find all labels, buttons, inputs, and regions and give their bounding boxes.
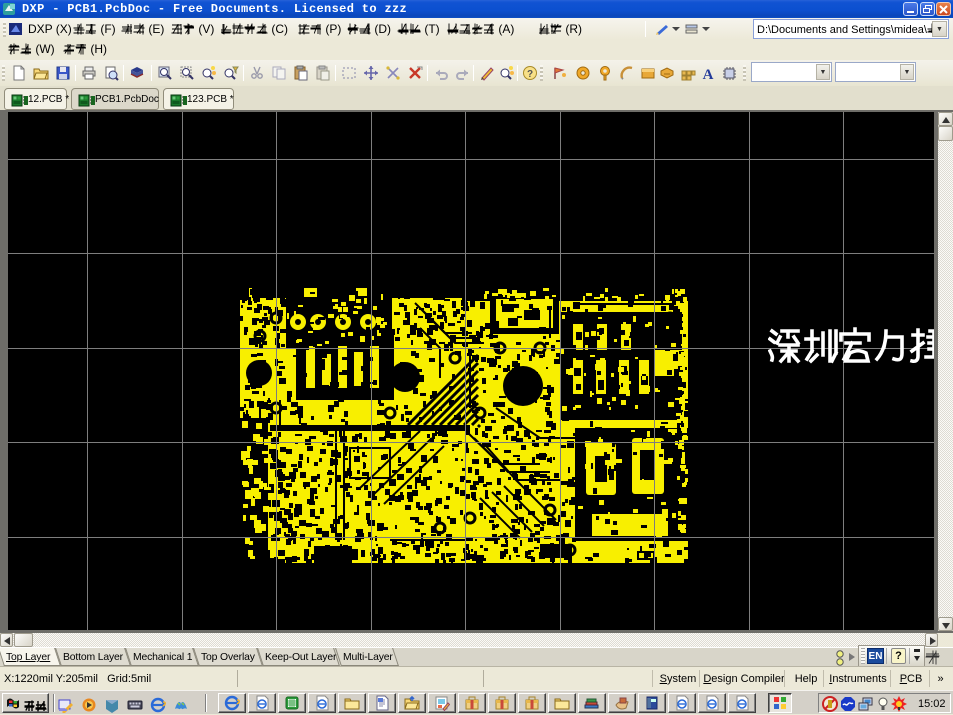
svg-text:?: ? (527, 69, 533, 80)
svg-text:A: A (703, 67, 714, 81)
